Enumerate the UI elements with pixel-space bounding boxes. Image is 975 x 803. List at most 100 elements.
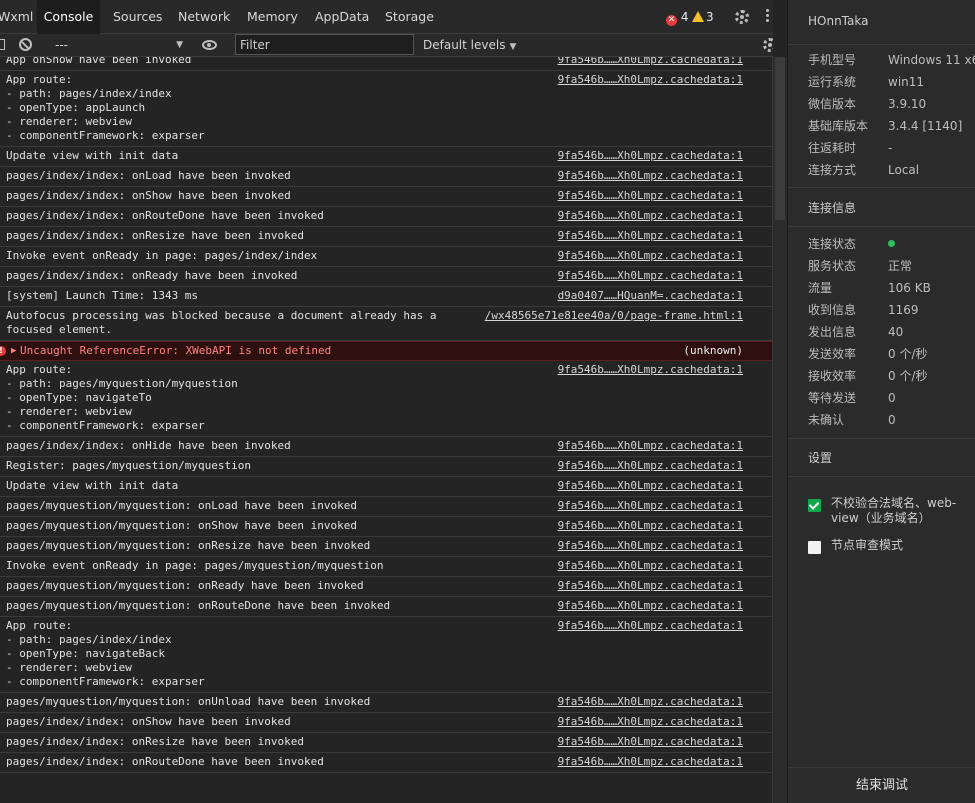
console-settings-gear-icon[interactable]	[763, 38, 773, 52]
log-levels-dropdown[interactable]: Default levels ▼	[423, 37, 516, 53]
log-levels-label: Default levels	[423, 38, 506, 52]
log-row: [system] Launch Time: 1343 ms d9a0407……HQ…	[0, 287, 772, 307]
log-source-link[interactable]: 9fa546b……Xh0Lmpz.cachedata:1	[558, 169, 743, 183]
log-source-link[interactable]: 9fa546b……Xh0Lmpz.cachedata:1	[558, 57, 743, 67]
log-source-link[interactable]: 9fa546b……Xh0Lmpz.cachedata:1	[558, 619, 743, 633]
info-value: 3.9.10	[888, 97, 927, 111]
log-source-link[interactable]: 9fa546b……Xh0Lmpz.cachedata:1	[558, 439, 743, 453]
log-source-link[interactable]: 9fa546b……Xh0Lmpz.cachedata:1	[558, 519, 743, 533]
info-value: 0 个/秒	[888, 369, 928, 383]
info-key: 发出信息	[808, 325, 857, 339]
warning-icon	[692, 11, 704, 22]
warning-count-badge[interactable]: 3	[692, 10, 714, 24]
error-count-badge[interactable]: ✕ 4	[666, 10, 689, 26]
more-options-icon[interactable]	[766, 9, 770, 25]
scrollbar-thumb[interactable]	[775, 57, 785, 220]
skip-domain-check-checkbox[interactable]	[808, 499, 821, 512]
tab-console[interactable]: Console	[37, 0, 100, 35]
divider	[788, 226, 975, 227]
log-source-link[interactable]: 9fa546b……Xh0Lmpz.cachedata:1	[558, 599, 743, 613]
context-selector[interactable]: --- ▼	[55, 37, 183, 53]
tab-appdata[interactable]: AppData	[315, 0, 369, 33]
log-row: pages/myquestion/myquestion: onResize ha…	[0, 537, 772, 557]
tab-sources[interactable]: Sources	[113, 0, 162, 33]
log-source-link[interactable]: 9fa546b……Xh0Lmpz.cachedata:1	[558, 229, 743, 243]
log-row: pages/index/index: onShow have been invo…	[0, 187, 772, 207]
info-key: 发送效率	[808, 347, 857, 361]
log-source-link[interactable]: d9a0407……HQuanM=.cachedata:1	[558, 289, 743, 303]
node-inspect-checkbox[interactable]	[808, 541, 821, 554]
tab-network[interactable]: Network	[178, 0, 230, 33]
info-value: 1169	[888, 303, 919, 317]
device-name: HOnnTaka	[808, 14, 869, 28]
log-row: pages/myquestion/myquestion: onRouteDone…	[0, 597, 772, 617]
live-expression-eye-icon[interactable]	[202, 40, 217, 50]
info-key: 流量	[808, 281, 833, 295]
log-source-link[interactable]: /wx48565e71e81ee40a/0/page-frame.html:1	[485, 309, 743, 323]
info-row: 收到信息 1169	[808, 303, 919, 317]
log-source-link[interactable]: 9fa546b……Xh0Lmpz.cachedata:1	[558, 189, 743, 203]
log-source-link[interactable]: 9fa546b……Xh0Lmpz.cachedata:1	[558, 735, 743, 749]
log-message: Uncaught ReferenceError: XWebAPI is not …	[20, 344, 332, 357]
log-source-link[interactable]: 9fa546b……Xh0Lmpz.cachedata:1	[558, 459, 743, 473]
end-debug-button[interactable]: 结束调试	[788, 767, 975, 803]
divider	[788, 44, 975, 45]
connection-info-title: 连接信息	[808, 201, 857, 215]
log-source-link[interactable]: 9fa546b……Xh0Lmpz.cachedata:1	[558, 479, 743, 493]
chevron-down-icon: ▼	[176, 40, 183, 50]
log-source-link[interactable]: 9fa546b……Xh0Lmpz.cachedata:1	[558, 269, 743, 283]
error-count: 4	[680, 10, 689, 24]
log-source-link: (unknown)	[683, 344, 743, 357]
info-key: 收到信息	[808, 303, 857, 317]
log-row: App route: - path: pages/index/index - o…	[0, 71, 772, 147]
log-source-link[interactable]: 9fa546b……Xh0Lmpz.cachedata:1	[558, 363, 743, 377]
log-source-link[interactable]: 9fa546b……Xh0Lmpz.cachedata:1	[558, 539, 743, 553]
log-row: pages/myquestion/myquestion: onUnload ha…	[0, 693, 772, 713]
devtools-pane: Wxml Console Sources Network Memory AppD…	[0, 0, 773, 803]
info-key: 连接状态	[808, 237, 857, 251]
info-row: 接收效率 0 个/秒	[808, 369, 928, 383]
log-source-link[interactable]: 9fa546b……Xh0Lmpz.cachedata:1	[558, 559, 743, 573]
info-value: Local	[888, 163, 920, 177]
divider	[788, 438, 975, 439]
context-value: ---	[55, 38, 68, 52]
log-row: pages/index/index: onShow have been invo…	[0, 713, 772, 733]
clear-console-icon[interactable]	[19, 38, 32, 51]
tab-storage[interactable]: Storage	[385, 0, 434, 33]
log-source-link[interactable]: 9fa546b……Xh0Lmpz.cachedata:1	[558, 499, 743, 513]
info-row: 连接方式 Local	[808, 163, 919, 177]
log-source-link[interactable]: 9fa546b……Xh0Lmpz.cachedata:1	[558, 755, 743, 769]
skip-domain-check-label: 不校验合法域名、web-view（业务域名）	[831, 496, 957, 525]
log-source-link[interactable]: 9fa546b……Xh0Lmpz.cachedata:1	[558, 249, 743, 263]
tab-memory[interactable]: Memory	[247, 0, 298, 33]
log-row: App route: - path: pages/index/index - o…	[0, 617, 772, 693]
chevron-down-icon: ▼	[509, 42, 517, 52]
log-source-link[interactable]: 9fa546b……Xh0Lmpz.cachedata:1	[558, 73, 743, 87]
log-source-link[interactable]: 9fa546b……Xh0Lmpz.cachedata:1	[558, 579, 743, 593]
console-scrollbar[interactable]	[772, 57, 787, 803]
log-source-link[interactable]: 9fa546b……Xh0Lmpz.cachedata:1	[558, 209, 743, 223]
filter-input[interactable]	[235, 34, 414, 55]
console-log-list: App onShow have been invoked 9fa546b……Xh0…	[0, 57, 772, 803]
log-row: App onShow have been invoked 9fa546b……Xh0…	[0, 57, 772, 71]
log-source-link[interactable]: 9fa546b……Xh0Lmpz.cachedata:1	[558, 715, 743, 729]
info-row: 发送效率 0 个/秒	[808, 347, 928, 361]
log-row: pages/myquestion/myquestion: onShow have…	[0, 517, 772, 537]
info-key: 等待发送	[808, 391, 857, 405]
expand-triangle-icon[interactable]: ▶	[11, 344, 16, 358]
node-inspect-label: 节点审查模式	[831, 538, 904, 552]
info-key: 连接方式	[808, 163, 857, 177]
info-row: 基础库版本 3.4.4 [1140]	[808, 119, 962, 133]
settings-gear-icon[interactable]	[735, 10, 749, 24]
sidebar-toggle-icon[interactable]	[0, 39, 5, 50]
log-source-link[interactable]: 9fa546b……Xh0Lmpz.cachedata:1	[558, 695, 743, 709]
info-key: 基础库版本	[808, 119, 869, 133]
error-icon: !	[0, 346, 6, 356]
error-log-row[interactable]: ! ▶ Uncaught ReferenceError: XWebAPI is no…	[0, 341, 772, 361]
connected-status-dot-icon	[888, 240, 895, 247]
tab-wxml[interactable]: Wxml	[0, 0, 34, 33]
log-source-link[interactable]: 9fa546b……Xh0Lmpz.cachedata:1	[558, 149, 743, 163]
info-row: 手机型号 Windows 11 x64	[808, 53, 975, 67]
info-value: 40	[888, 325, 904, 339]
info-row: 服务状态 正常	[808, 259, 912, 273]
